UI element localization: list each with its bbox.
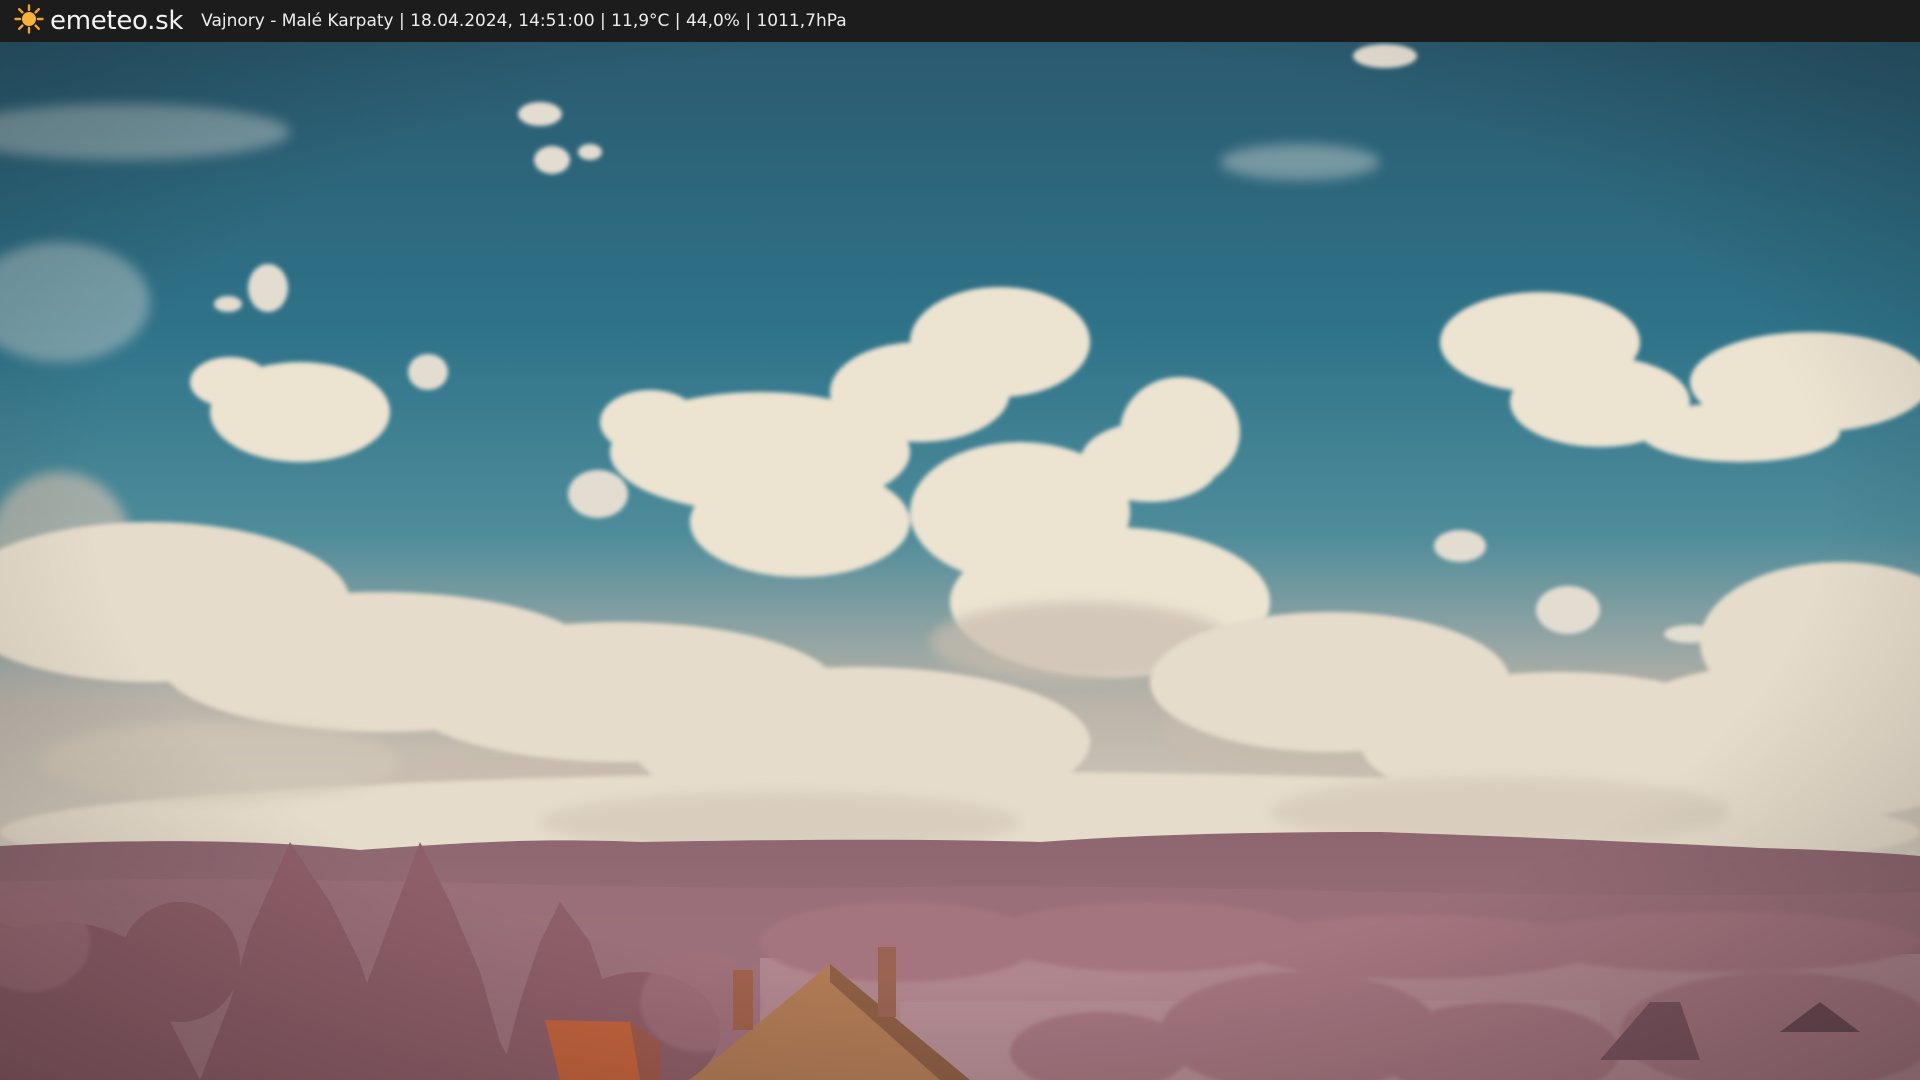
top-bar: emeteo.sk Vajnory - Malé Karpaty | 18.04… — [0, 0, 1920, 42]
sun-icon — [14, 4, 44, 38]
site-logo[interactable]: emeteo.sk — [14, 4, 183, 38]
webcam-caption: Vajnory - Malé Karpaty | 18.04.2024, 14:… — [201, 11, 847, 31]
webcam-image — [0, 42, 1920, 1080]
logo-text: emeteo.sk — [50, 6, 184, 36]
